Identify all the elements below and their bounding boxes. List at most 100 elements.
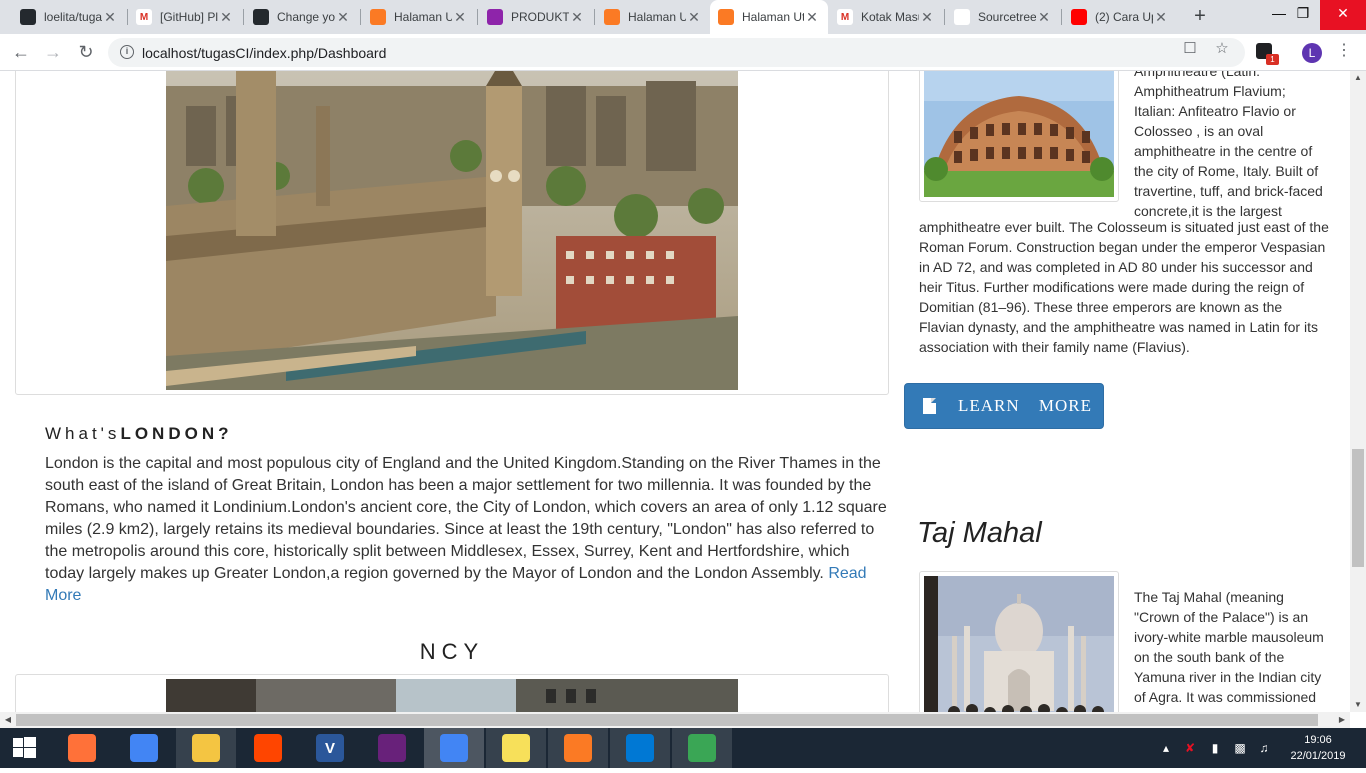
browser-tab[interactable]: Sourcetree ✕	[946, 0, 1060, 34]
horizontal-scrollbar[interactable]: ◀ ▶	[0, 712, 1350, 728]
tab-separator	[243, 9, 244, 25]
section-heading: What'sLONDON?	[45, 424, 232, 444]
chrome-icon	[130, 734, 158, 762]
browser-tab[interactable]: Change your✕	[245, 0, 359, 34]
start-button[interactable]	[0, 728, 48, 768]
taskbar-app[interactable]	[238, 728, 298, 768]
clock-time: 19:06	[1304, 734, 1332, 746]
signal-icon[interactable]: ▩	[1230, 728, 1250, 768]
next-section-heading: NCY	[419, 639, 485, 664]
taskbar-app[interactable]	[52, 728, 112, 768]
volume-icon[interactable]: ♫	[1254, 728, 1274, 768]
city-photo	[166, 679, 738, 712]
browser-tab[interactable]: M [GitHub] Please✕	[128, 0, 242, 34]
taj-mahal-thumbnail	[919, 571, 1119, 712]
taj-mahal-description: The Taj Mahal (meaning "Crown of the Pal…	[1134, 589, 1324, 705]
file-explorer-icon	[192, 734, 220, 762]
battery-icon[interactable]: ▮	[1205, 728, 1225, 768]
profile-avatar[interactable]: L	[1302, 43, 1322, 63]
extension-badge: 1	[1266, 54, 1279, 65]
vscode-icon	[626, 734, 654, 762]
browser-tab[interactable]: PRODUKTIF✕	[479, 0, 593, 34]
tab-close-icon[interactable]: ✕	[218, 9, 234, 26]
url-text[interactable]: localhost/tugasCI/index.php/Dashboard	[142, 45, 386, 61]
horizontal-scroll-thumb[interactable]	[16, 714, 1318, 726]
learn-more-label: LEARN MORE	[958, 396, 1093, 415]
london-text: London is the capital and most populous …	[45, 455, 887, 582]
next-photo-card	[15, 674, 889, 712]
browser-tab[interactable]: Halaman Utama✕	[710, 0, 828, 34]
xampp-icon	[604, 9, 620, 25]
document-icon	[923, 398, 936, 414]
tab-close-icon[interactable]: ✕	[804, 9, 820, 26]
tab-close-icon[interactable]: ✕	[686, 9, 702, 26]
scroll-up-arrow-icon[interactable]: ▲	[1350, 71, 1366, 85]
tab-title: Kotak Masuk	[861, 10, 919, 24]
tab-title: [GitHub] Please	[160, 10, 218, 24]
tab-close-icon[interactable]: ✕	[1153, 9, 1169, 26]
tab-close-icon[interactable]: ✕	[1036, 9, 1052, 26]
browser-tab[interactable]: loelita/tugasCI✕	[12, 0, 126, 34]
sticky-notes-icon	[502, 734, 530, 762]
network-error-icon[interactable]: ✘	[1180, 728, 1200, 768]
scroll-right-arrow-icon[interactable]: ▶	[1334, 712, 1350, 728]
tab-title: Change your	[277, 10, 335, 24]
heading-prefix: What's	[45, 424, 121, 443]
london-photo-card	[15, 71, 889, 395]
translate-icon[interactable]: ☐	[1180, 40, 1200, 60]
london-photo	[166, 71, 738, 390]
address-bar[interactable]: i localhost/tugasCI/index.php/Dashboard	[108, 38, 1245, 67]
tab-separator	[594, 9, 595, 25]
taskbar-app[interactable]	[486, 728, 546, 768]
github-icon	[253, 9, 269, 25]
vertical-scroll-thumb[interactable]	[1352, 449, 1364, 567]
tab-title: PRODUKTIF	[511, 10, 569, 24]
tab-separator	[1061, 9, 1062, 25]
reload-button[interactable]: ↻	[73, 40, 99, 66]
show-hidden-icons-icon[interactable]: ▴	[1158, 728, 1174, 768]
tab-title: (2) Cara Upload	[1095, 10, 1153, 24]
chrome-icon	[440, 734, 468, 762]
taskbar-app[interactable]	[672, 728, 732, 768]
taskbar-app[interactable]	[114, 728, 174, 768]
new-tab-button[interactable]: +	[1188, 5, 1212, 29]
back-button[interactable]: ←	[8, 40, 34, 66]
tab-separator	[360, 9, 361, 25]
site-info-icon[interactable]: i	[120, 45, 134, 59]
taskbar-app[interactable]	[362, 728, 422, 768]
xampp-icon	[564, 734, 592, 762]
tab-close-icon[interactable]: ✕	[335, 9, 351, 26]
taskbar-app[interactable]	[176, 728, 236, 768]
taskbar-app[interactable]	[610, 728, 670, 768]
browser-tab[interactable]: (2) Cara Upload✕	[1063, 0, 1177, 34]
bookmark-star-icon[interactable]: ☆	[1212, 40, 1232, 60]
scroll-left-arrow-icon[interactable]: ◀	[0, 712, 16, 728]
github-icon	[20, 9, 36, 25]
windows-logo-icon	[13, 737, 36, 758]
xampp-icon	[718, 9, 734, 25]
maps-pin-icon	[954, 9, 970, 25]
forward-button[interactable]: →	[40, 40, 66, 66]
vertical-scrollbar[interactable]: ▲ ▼	[1350, 71, 1366, 712]
tab-close-icon[interactable]: ✕	[919, 9, 935, 26]
sourcetree-icon	[688, 734, 716, 762]
taskbar-app[interactable]	[548, 728, 608, 768]
page-viewport: What'sLONDON? London is the capital and …	[0, 71, 1350, 712]
tab-title: Halaman Utama	[394, 10, 452, 24]
tab-close-icon[interactable]: ✕	[102, 9, 118, 26]
browser-tab[interactable]: Halaman Utama✕	[596, 0, 710, 34]
close-window-button[interactable]: ✕	[1320, 0, 1366, 30]
learn-more-button[interactable]: LEARN MORE	[904, 383, 1104, 429]
browser-tab[interactable]: Halaman Utama✕	[362, 0, 476, 34]
system-clock[interactable]: 19:06 22/01/2019	[1283, 732, 1353, 764]
taskbar-app[interactable]	[424, 728, 484, 768]
visual-studio-icon	[378, 734, 406, 762]
browser-tab[interactable]: M Kotak Masuk✕	[829, 0, 943, 34]
browser-menu-icon[interactable]: ⋮	[1336, 40, 1352, 64]
taskbar-app[interactable]: V	[300, 728, 360, 768]
scroll-down-arrow-icon[interactable]: ▼	[1350, 698, 1366, 712]
colosseum-description-top: Amphitheatre (Latin: Amphitheatrum Flavi…	[1134, 71, 1323, 219]
tab-close-icon[interactable]: ✕	[452, 9, 468, 26]
london-paragraph: London is the capital and most populous …	[45, 453, 890, 607]
tab-close-icon[interactable]: ✕	[569, 9, 585, 26]
